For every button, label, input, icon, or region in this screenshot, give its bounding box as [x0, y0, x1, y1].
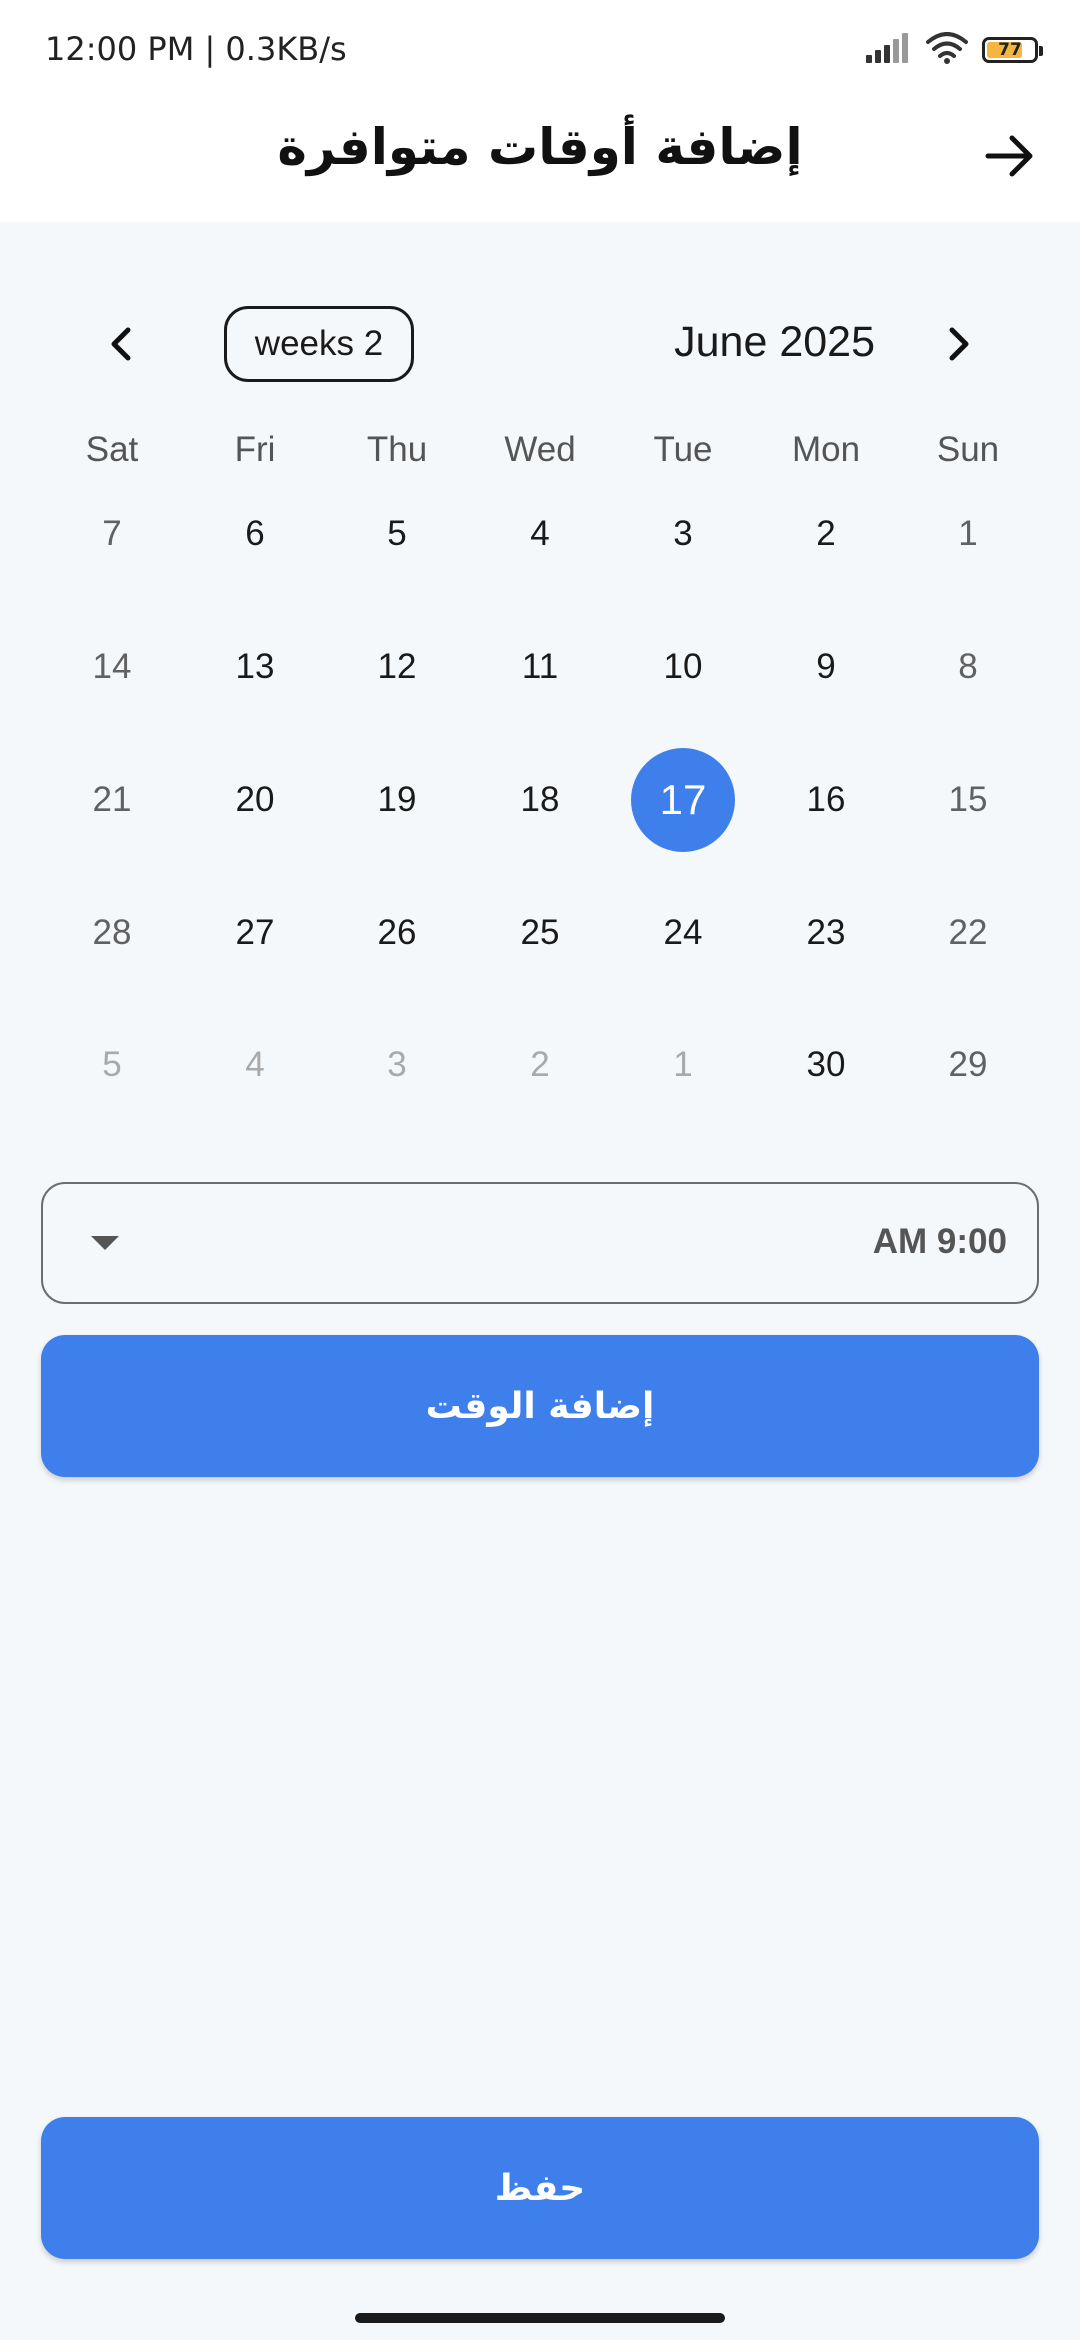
calendar-day[interactable]: 25 — [488, 881, 592, 985]
weekday-label: Wed — [504, 430, 576, 469]
calendar-day-outside[interactable]: 5 — [60, 1013, 164, 1117]
calendar-day[interactable]: 1 — [916, 482, 1020, 586]
calendar-day[interactable]: 20 — [203, 748, 307, 852]
calendar-day[interactable]: 8 — [916, 615, 1020, 719]
calendar-day-outside[interactable]: 4 — [203, 1013, 307, 1117]
calendar-day[interactable]: 21 — [60, 748, 164, 852]
next-period-button[interactable] — [932, 318, 984, 370]
calendar-day[interactable]: 7 — [60, 482, 164, 586]
status-bar: 12:00 PM | 0.3KB/s 77 — [0, 0, 1080, 100]
calendar-day[interactable]: 28 — [60, 881, 164, 985]
page-title: إضافة أوقات متوافرة — [277, 118, 803, 176]
calendar-day[interactable]: 27 — [203, 881, 307, 985]
home-indicator — [355, 2313, 725, 2323]
calendar-day[interactable]: 4 — [488, 482, 592, 586]
calendar-day[interactable]: 24 — [631, 881, 735, 985]
calendar-format-toggle[interactable]: weeks 2 — [224, 306, 414, 382]
time-value: AM 9:00 — [872, 1222, 1007, 1261]
calendar-day-outside[interactable]: 2 — [488, 1013, 592, 1117]
weekday-label: Thu — [366, 430, 428, 469]
calendar-day-outside[interactable]: 1 — [631, 1013, 735, 1117]
calendar-day[interactable]: 30 — [774, 1013, 878, 1117]
calendar-day[interactable]: 9 — [774, 615, 878, 719]
status-icons: 77 — [866, 28, 1043, 72]
weekday-label: Tue — [653, 430, 713, 469]
weekday-label: Mon — [791, 430, 861, 469]
calendar-day[interactable]: 6 — [203, 482, 307, 586]
chevron-left-icon — [111, 327, 131, 361]
calendar-day[interactable]: 15 — [916, 748, 1020, 852]
calendar-header: weeks 2 June 2025 — [0, 300, 1080, 390]
calendar-day-selected[interactable]: 17 — [631, 748, 735, 852]
calendar-day[interactable]: 29 — [916, 1013, 1020, 1117]
calendar-day[interactable]: 5 — [345, 482, 449, 586]
calendar-day[interactable]: 3 — [631, 482, 735, 586]
time-dropdown[interactable]: AM 9:00 — [41, 1182, 1039, 1304]
wifi-icon — [926, 31, 968, 69]
calendar-day[interactable]: 11 — [488, 615, 592, 719]
weekday-label: Fri — [234, 430, 276, 469]
calendar-day[interactable]: 14 — [60, 615, 164, 719]
arrow-right-icon — [985, 135, 1033, 177]
calendar-day[interactable]: 12 — [345, 615, 449, 719]
weekday-row: Sat Fri Thu Wed Tue Mon Sun — [0, 430, 1080, 480]
month-title: June 2025 — [674, 318, 875, 366]
calendar-day[interactable]: 10 — [631, 615, 735, 719]
calendar-day[interactable]: 18 — [488, 748, 592, 852]
battery-tip — [1039, 46, 1043, 56]
calendar-day[interactable]: 19 — [345, 748, 449, 852]
chevron-right-icon — [949, 327, 969, 361]
status-time: 12:00 PM | 0.3KB/s — [45, 30, 347, 68]
signal-icon — [866, 32, 912, 68]
prev-period-button[interactable] — [96, 318, 148, 370]
weekday-label: Sun — [936, 430, 1000, 469]
calendar-day[interactable]: 22 — [916, 881, 1020, 985]
battery-icon: 77 — [982, 37, 1043, 63]
add-time-button[interactable]: إضافة الوقت — [41, 1335, 1039, 1477]
back-button[interactable] — [980, 126, 1040, 186]
calendar-day[interactable]: 26 — [345, 881, 449, 985]
calendar-day[interactable]: 13 — [203, 615, 307, 719]
save-button[interactable]: حفظ — [41, 2117, 1039, 2259]
weekday-label: Sat — [85, 430, 139, 469]
calendar-day[interactable]: 16 — [774, 748, 878, 852]
dropdown-arrow-icon — [91, 1236, 119, 1250]
calendar-day[interactable]: 23 — [774, 881, 878, 985]
calendar-day-outside[interactable]: 3 — [345, 1013, 449, 1117]
battery-level: 77 — [998, 40, 1022, 60]
calendar-day[interactable]: 2 — [774, 482, 878, 586]
app-bar: إضافة أوقات متوافرة — [0, 100, 1080, 222]
